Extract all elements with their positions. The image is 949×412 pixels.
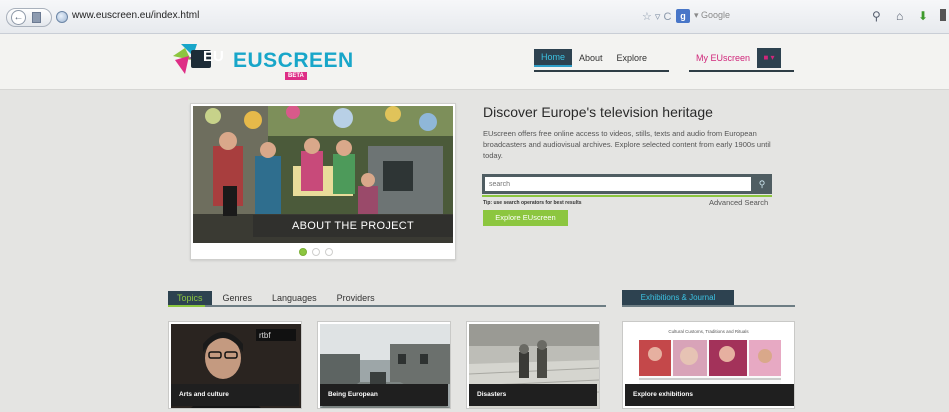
exhibitions-underline (622, 305, 795, 307)
topic-card-disasters[interactable]: Disasters (466, 321, 600, 409)
slide-dots (299, 248, 333, 256)
search-underline (482, 195, 772, 197)
explore-exhibitions-link[interactable]: Explore exhibitions (625, 384, 794, 406)
card-label-disasters: Disasters (469, 384, 597, 406)
bookmark-reload-icons[interactable]: ☆ ▿ C (642, 10, 671, 23)
exhibition-doc-title: Cultural Customs, Traditions and Rituals (668, 329, 749, 334)
browser-search-box[interactable]: ▾ Google (694, 10, 730, 21)
search-input[interactable] (485, 177, 751, 191)
back-arrow-icon[interactable]: ← (11, 10, 26, 25)
address-bar-url[interactable]: www.euscreen.eu/index.html (72, 10, 199, 21)
tab-languages[interactable]: Languages (263, 291, 326, 305)
page-icon (32, 12, 41, 23)
user-dropdown-button[interactable]: ■ ▾ (757, 48, 782, 68)
topic-tabs: Topics Genres Languages Providers (168, 290, 386, 306)
browser-toolbar: ← www.euscreen.eu/index.html ☆ ▿ C g ▾ G… (0, 0, 949, 34)
hero-caption[interactable]: ABOUT THE PROJECT (253, 215, 453, 237)
main-nav: Home About Explore (534, 48, 654, 68)
card-label-arts: Arts and culture (171, 384, 299, 406)
svg-text:rtbf: rtbf (259, 331, 271, 340)
menu-icon[interactable] (940, 9, 946, 21)
hero-image[interactable]: ABOUT THE PROJECT (193, 106, 453, 243)
globe-icon (56, 11, 68, 23)
search-tip: Tip: use search operators for best resul… (483, 200, 582, 206)
home-icon[interactable]: ⌂ (896, 9, 903, 23)
exhibition-card[interactable]: Cultural Customs, Traditions and Rituals… (622, 321, 795, 409)
topic-card-european[interactable]: Being European (317, 321, 451, 409)
nav-home[interactable]: Home (534, 49, 573, 67)
site-logo-text[interactable]: EUSCREEN (233, 49, 354, 73)
exhibition-collage (639, 340, 781, 386)
tab-exhibitions-journal[interactable]: Exhibitions & Journal (622, 290, 734, 306)
nav-underline (534, 70, 669, 72)
explore-euscreen-button[interactable]: Explore EUscreen (483, 210, 568, 226)
search-engine-label: Google (701, 10, 731, 20)
tab-providers[interactable]: Providers (328, 291, 384, 305)
hero-slideshow: ABOUT THE PROJECT (190, 103, 456, 260)
search-bar: ⚲ (482, 174, 772, 194)
search-icon[interactable]: ⚲ (872, 9, 881, 23)
card-label-european: Being European (320, 384, 448, 406)
my-euscreen-menu: My EUscreen ■ ▾ (689, 48, 782, 68)
topic-card-arts[interactable]: rtbf Arts and culture (168, 321, 302, 409)
nav-explore[interactable]: Explore (610, 50, 655, 66)
logo-eu-mark: EU (203, 48, 224, 65)
tab-topics[interactable]: Topics (168, 291, 212, 305)
nav-about[interactable]: About (572, 50, 610, 66)
intro-text: EUscreen offers free online access to vi… (483, 129, 771, 160)
tabs-underline (168, 305, 606, 307)
my-euscreen-underline (689, 70, 794, 72)
advanced-search-link[interactable]: Advanced Search (709, 198, 768, 207)
search-engine-icon[interactable]: g (676, 9, 690, 23)
site-header: EU EUSCREEN BETA Home About Explore My E… (0, 34, 949, 90)
intro-title: Discover Europe's television heritage (483, 104, 713, 120)
slide-dot-1[interactable] (299, 248, 307, 256)
slide-dot-2[interactable] (312, 248, 320, 256)
browser-nav-buttons[interactable]: ← (6, 8, 52, 27)
slide-dot-3[interactable] (325, 248, 333, 256)
my-euscreen-link[interactable]: My EUscreen (689, 50, 757, 66)
beta-badge: BETA (285, 72, 307, 80)
download-icon[interactable]: ⬇ (918, 9, 928, 23)
search-icon[interactable]: ⚲ (754, 176, 770, 192)
tabs-underline-accent (168, 305, 205, 307)
tab-genres[interactable]: Genres (214, 291, 262, 305)
